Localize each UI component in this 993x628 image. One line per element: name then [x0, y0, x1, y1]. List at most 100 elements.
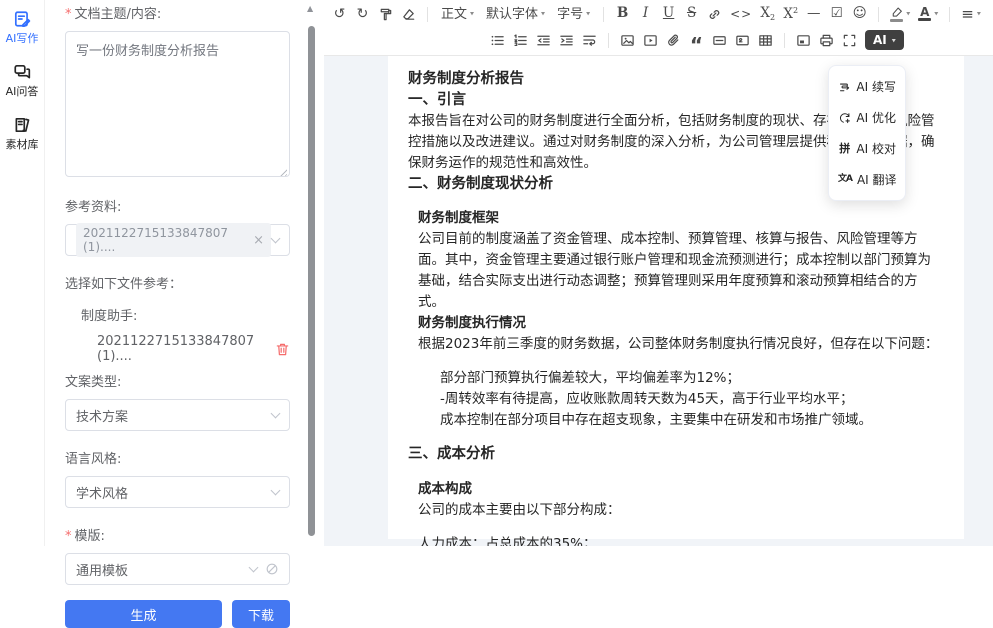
- subscript-button[interactable]: X2: [756, 2, 779, 26]
- close-icon[interactable]: ×: [253, 234, 264, 247]
- emoji-button[interactable]: ☺: [848, 2, 871, 26]
- line-break-button[interactable]: [578, 28, 601, 52]
- ai-translate-icon: 文A: [838, 175, 852, 184]
- style-select[interactable]: 学术风格: [65, 476, 290, 508]
- insert-video-button[interactable]: [639, 28, 662, 52]
- doc-issue-item: 成本控制在部分项目中存在超支现象，主要集中在研发和市场推广领域。: [440, 410, 944, 431]
- reference-select[interactable]: 2021122715133847807 (1).... ×: [65, 224, 290, 256]
- toolbar-divider: [784, 33, 785, 48]
- ai-write-form-panel: *文档主题/内容: 写一份财务制度分析报告 参考资料: 202112271513…: [45, 0, 318, 546]
- caret-down-icon: ▾: [586, 11, 590, 18]
- annotation-block-button[interactable]: [731, 28, 754, 52]
- italic-button[interactable]: I: [634, 2, 657, 26]
- indent-icon: [559, 33, 574, 48]
- reference-tag-chip: 2021122715133847807 (1).... ×: [76, 223, 271, 257]
- scroll-up-icon[interactable]: ▲: [307, 4, 313, 13]
- link-icon: [707, 7, 722, 22]
- strikethrough-button[interactable]: S: [680, 2, 703, 26]
- align-dropdown[interactable]: ≡ ▾: [957, 2, 985, 26]
- align-icon: ≡: [961, 7, 974, 22]
- task-checkbox-button[interactable]: ☑: [825, 2, 848, 26]
- indent-button[interactable]: [555, 28, 578, 52]
- undo-icon: ↺: [334, 7, 346, 21]
- reference-file-row: 2021122715133847807 (1)....: [97, 334, 290, 364]
- print-button[interactable]: [815, 28, 838, 52]
- panel-scrollbar[interactable]: ▲: [306, 0, 316, 546]
- rail-item-ai-write[interactable]: AI写作: [6, 10, 39, 46]
- page-setup-button[interactable]: [792, 28, 815, 52]
- quote-icon: “: [690, 43, 703, 47]
- superscript-button[interactable]: X2: [779, 2, 802, 26]
- table-icon: [758, 33, 773, 48]
- template-select[interactable]: 通用模板: [65, 553, 290, 585]
- clear-format-button[interactable]: [397, 2, 420, 26]
- undo-button[interactable]: ↺: [328, 2, 351, 26]
- redo-icon: ↻: [357, 7, 369, 21]
- assistant-name: 制度助手:: [81, 305, 290, 324]
- text-wrap-icon: [582, 33, 597, 48]
- reference-file-name: 2021122715133847807 (1)....: [97, 334, 275, 364]
- chevron-down-icon: [271, 408, 281, 418]
- outdent-button[interactable]: [532, 28, 555, 52]
- bullet-list-button[interactable]: [486, 28, 509, 52]
- chevron-down-icon: [271, 233, 281, 243]
- trash-icon[interactable]: [275, 342, 290, 357]
- page-setup-icon: [796, 33, 811, 48]
- bold-button[interactable]: B: [611, 2, 634, 26]
- fullscreen-button[interactable]: [838, 28, 861, 52]
- chat-bubbles-icon: [13, 63, 31, 81]
- copy-type-value: 技术方案: [76, 406, 128, 425]
- divider-block-button[interactable]: [708, 28, 731, 52]
- ai-continue-icon: [838, 80, 851, 94]
- reference-tag-label: 2021122715133847807 (1)....: [83, 226, 246, 254]
- clear-circle-icon[interactable]: [265, 562, 279, 576]
- attachment-button[interactable]: [662, 28, 685, 52]
- caret-down-icon: ▾: [934, 11, 938, 18]
- font-size-dropdown[interactable]: 字号▾: [551, 2, 596, 26]
- redo-button[interactable]: ↻: [351, 2, 374, 26]
- doc-issue-item: -周转效率有待提高，应收账款周转天数为45天，高于行业平均水平；: [440, 389, 944, 410]
- subscript-icon: X2: [760, 7, 775, 22]
- underline-button[interactable]: U: [657, 2, 680, 26]
- menu-item-ai-proofread[interactable]: 拼 AI 校对: [829, 133, 905, 164]
- template-value: 通用模板: [76, 560, 128, 579]
- rail-item-ai-qa[interactable]: AI问答: [6, 63, 39, 99]
- font-color-dropdown[interactable]: A ▾: [914, 2, 942, 26]
- divider-block-icon: [712, 33, 727, 48]
- rail-item-material-library[interactable]: 素材库: [6, 116, 39, 152]
- menu-item-ai-optimize[interactable]: AI 优化: [829, 102, 905, 133]
- font-color-icon: A: [918, 7, 931, 21]
- format-painter-button[interactable]: [374, 2, 397, 26]
- ai-dropdown-button[interactable]: AI ▾: [865, 30, 904, 50]
- paragraph-style-dropdown[interactable]: 正文▾: [435, 2, 480, 26]
- highlight-color-dropdown[interactable]: ▾: [886, 2, 914, 26]
- ai-context-menu: AI 续写 AI 优化 拼 AI 校对 文A AI 翻译: [828, 65, 906, 201]
- link-button[interactable]: [703, 2, 726, 26]
- toolbar-divider: [427, 7, 428, 22]
- editor-toolbar: ↺ ↻ 正文▾ 默认字体▾ 字号▾ B I U S: [324, 0, 993, 56]
- insert-image-button[interactable]: [616, 28, 639, 52]
- topic-input[interactable]: 写一份财务制度分析报告: [65, 31, 290, 177]
- italic-icon: I: [643, 7, 648, 21]
- download-button[interactable]: 下载: [232, 600, 290, 628]
- caret-down-icon: ▾: [470, 11, 474, 18]
- caret-down-icon: ▾: [977, 11, 981, 18]
- horizontal-rule-button[interactable]: —: [802, 2, 825, 26]
- menu-item-label: AI 校对: [856, 140, 896, 157]
- rail-label: AI问答: [6, 83, 39, 99]
- menu-item-ai-translate[interactable]: 文A AI 翻译: [829, 164, 905, 195]
- inline-code-button[interactable]: <>: [726, 2, 756, 26]
- generate-button[interactable]: 生成: [65, 600, 222, 628]
- doc-paragraph-execution: 根据2023年前三季度的财务数据，公司整体财务制度执行情况良好，但存在以下问题：: [418, 334, 944, 355]
- font-family-dropdown[interactable]: 默认字体▾: [480, 2, 551, 26]
- document-pen-icon: [13, 10, 31, 28]
- insert-table-button[interactable]: [754, 28, 777, 52]
- blockquote-button[interactable]: “: [685, 28, 708, 52]
- scrollbar-thumb[interactable]: [308, 26, 315, 536]
- copy-type-select[interactable]: 技术方案: [65, 399, 290, 431]
- style-label: 语言风格:: [65, 448, 290, 467]
- rail-label: AI写作: [6, 30, 39, 46]
- bullet-list-icon: [490, 33, 505, 48]
- ordered-list-button[interactable]: [509, 28, 532, 52]
- menu-item-ai-continue[interactable]: AI 续写: [829, 71, 905, 102]
